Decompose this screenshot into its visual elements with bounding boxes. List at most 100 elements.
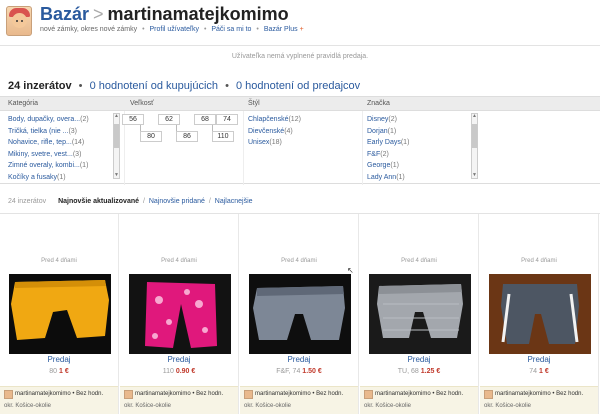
filter-header: Kategória Veľkosť Štýl Značka [0,97,600,111]
listing-count: 24 inzerátov [8,80,72,92]
sort-active-option[interactable]: Najnovšie aktualizované [58,198,139,205]
scroll-thumb[interactable] [114,124,119,148]
category-filter-item[interactable]: Kočíky a fusaky(1) [8,172,89,184]
seller-location: okr. Košice-okolie [364,403,412,409]
category-filter-item[interactable]: Body, dupačky, overa...(2) [8,114,89,126]
listing-price: 0.90 € [175,368,196,375]
listing-type[interactable]: Predaj [360,355,478,364]
seller-strip[interactable]: martinamatejkomimo • Bez hodn. okr. Koši… [120,386,238,414]
seller-strip[interactable]: martinamatejkomimo • Bez hodn. okr. Koši… [0,386,118,414]
listing-price: 1 € [59,368,69,375]
seller-avatar [484,390,493,399]
size-option[interactable]: 86 [176,131,198,142]
listing-meta: F&F, 74 1.50 € [276,368,322,375]
listing-price: 1.50 € [302,368,322,375]
listing-photo[interactable] [489,274,591,354]
listing-time: Pred 4 dňami [41,258,77,264]
style-filter-item[interactable]: Dievčenské(4) [248,126,301,138]
seller-name[interactable]: martinamatejkomimo • Bez hodn. [15,391,103,397]
scroll-down-icon[interactable]: ▼ [114,173,119,178]
listing-card[interactable]: Pred 4 dňami Predaj TU, 68 1.25 € martin… [360,214,479,414]
plus-icon: + [299,26,304,33]
brand-filter-item[interactable]: Early Days(1) [367,137,409,149]
style-filter-item[interactable]: Chlapčenské(12) [248,114,301,126]
seller-strip[interactable]: martinamatejkomimo • Bez hodn. okr. Koši… [360,386,478,414]
seller-name[interactable]: martinamatejkomimo • Bez hodn. [255,391,343,397]
size-option[interactable]: 74 [216,114,238,125]
listing-type[interactable]: Predaj [0,355,118,364]
like-link[interactable]: Páči sa mi to [211,26,251,33]
scroll-down-icon[interactable]: ▼ [472,173,477,178]
brand-filter-item[interactable]: Disney(2) [367,114,409,126]
seller-location: okr. Košice-okolie [484,403,532,409]
seller-location: okr. Košice-okolie [4,403,52,409]
listing-photo[interactable] [9,274,111,354]
category-scrollbar[interactable]: ▲ ▼ [113,113,120,179]
size-option[interactable]: 80 [140,131,162,142]
scroll-up-icon[interactable]: ▲ [114,114,119,119]
filter-heading-brand: Značka [367,100,390,107]
listing-card[interactable]: Pred 4 dňami Predaj 74 1 € martinamatejk… [480,214,599,414]
category-filter-item[interactable]: Zimné overaly, kombi...(1) [8,160,89,172]
sort-option-cheapest[interactable]: Najlacnejšie [215,198,253,205]
listing-meta: TU, 68 1.25 € [397,368,441,375]
sort-divider: / [208,198,211,205]
size-option[interactable]: 68 [194,114,216,125]
brand-filter-item[interactable]: Dorjan(1) [367,126,409,138]
scroll-up-icon[interactable]: ▲ [472,114,477,119]
category-filter-list: Body, dupačky, overa...(2) Tričká, tielk… [8,114,89,183]
brand-filter-list: Disney(2) Dorjan(1) Early Days(1) F&F(2)… [367,114,409,183]
divider [0,45,600,46]
size-option[interactable]: 110 [212,131,234,142]
dot-separator: • [78,80,83,92]
listing-price: 1.25 € [420,368,441,375]
sales-rules-notice: Užívateľka nemá vyplnené pravidlá predaj… [231,53,369,60]
listing-type[interactable]: Predaj [120,355,238,364]
listing-photo[interactable] [369,274,471,354]
brand-scrollbar[interactable]: ▲ ▼ [471,113,478,179]
listing-type[interactable]: Predaj [240,355,358,364]
seller-location: okr. Košice-okolie [244,403,292,409]
category-filter-item[interactable]: Mikiny, svetre, vest...(3) [8,149,89,161]
listing-photo[interactable] [249,274,351,354]
seller-strip[interactable]: martinamatejkomimo • Bez hodn. okr. Koši… [480,386,598,414]
seller-name[interactable]: martinamatejkomimo • Bez hodn. [495,391,583,397]
profile-link[interactable]: Profil užívateľky [150,26,200,33]
size-option[interactable]: 56 [122,114,144,125]
buyer-ratings-link[interactable]: 0 hodnotení od kupujúcich [90,80,218,92]
yellow-pants-image [11,280,109,340]
seller-name[interactable]: martinamatejkomimo • Bez hodn. [135,391,223,397]
listing-card[interactable]: Pred 4 dňami Predaj 80 1 € martinamatejk… [0,214,119,414]
breadcrumb-bazar-link[interactable]: Bazár [40,4,89,24]
filter-heading-size: Veľkosť [130,100,154,107]
listing-photo[interactable] [129,274,231,354]
listing-type[interactable]: Predaj [480,355,598,364]
breadcrumb-separator: > [93,4,104,24]
brand-filter-item[interactable]: F&F(2) [367,149,409,161]
user-avatar[interactable] [6,6,32,36]
avatar-eye [21,20,23,22]
bazar-plus-link[interactable]: Bazár Plus [264,26,298,33]
avatar-eye [16,20,18,22]
sort-listing-count: 24 inzerátov [8,198,47,205]
listing-card[interactable]: Pred 4 dňami Predaj F&F, 74 1.50 € marti… [240,214,359,414]
seller-location: okr. Košice-okolie [124,403,172,409]
listing-card[interactable]: Pred 4 dňami Predaj 110 0.90 € martinama… [120,214,239,414]
column-divider [362,111,363,185]
style-filter-item[interactable]: Unisex(18) [248,137,301,149]
dot-separator: • [203,26,207,33]
seller-name[interactable]: martinamatejkomimo • Bez hodn. [375,391,463,397]
filter-heading-category: Kategória [8,100,38,107]
size-option[interactable]: 62 [158,114,180,125]
page-title: Bazár > martinamatejkomimo [40,4,289,25]
category-filter-item[interactable]: Tričká, tielka (nie ...(3) [8,126,89,138]
user-subline: nové zámky, okres nové zámky • Profil už… [40,26,304,33]
seller-ratings-link[interactable]: 0 hodnotení od predajcov [236,80,360,92]
seller-strip[interactable]: martinamatejkomimo • Bez hodn. okr. Koši… [240,386,358,414]
brand-filter-item[interactable]: Lady Ann(1) [367,172,409,184]
sort-option-newest[interactable]: Najnovšie pridané [149,198,205,205]
category-filter-item[interactable]: Nohavice, rifle, tep...(14) [8,137,89,149]
scroll-thumb[interactable] [472,124,477,148]
user-location: nové zámky, okres nové zámky [40,26,138,33]
brand-filter-item[interactable]: George(1) [367,160,409,172]
